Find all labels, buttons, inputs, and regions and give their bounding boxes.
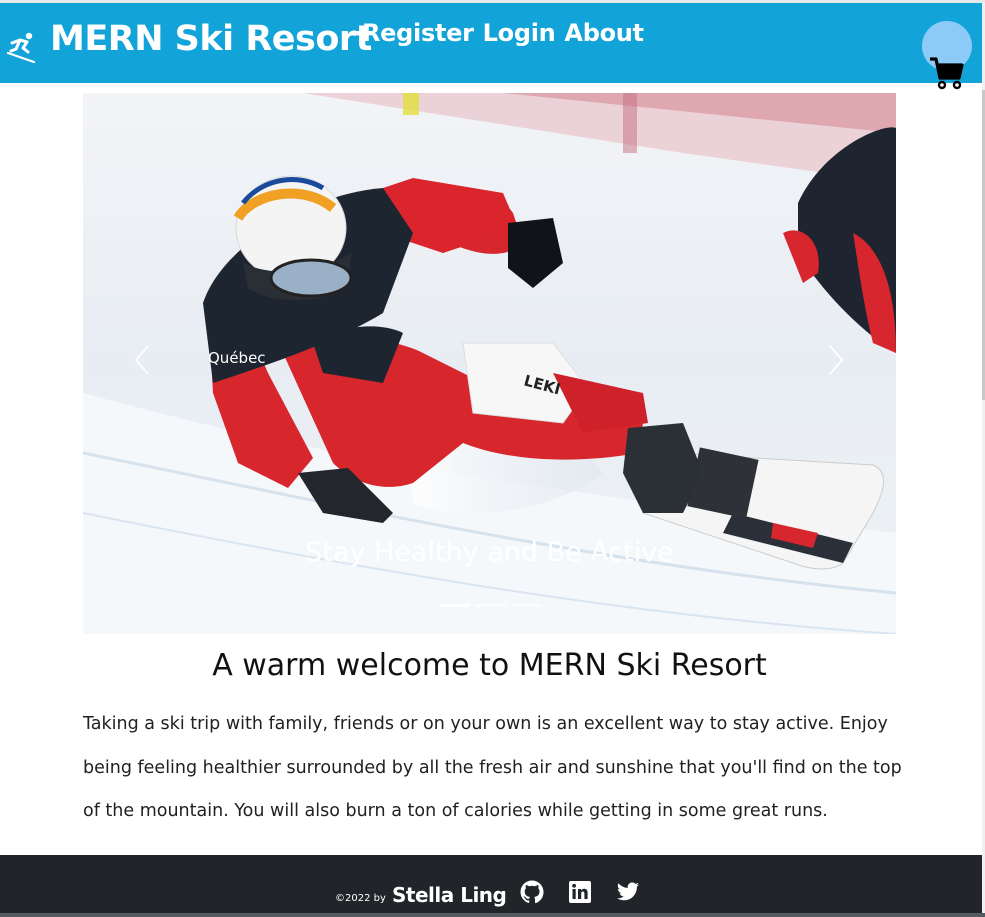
chevron-right-icon[interactable] [820,340,850,380]
carousel-indicator-2[interactable] [476,604,506,607]
linkedin-icon[interactable] [568,880,592,904]
footer-author[interactable]: Stella Ling [392,883,507,907]
nav-links: Register Login About [362,19,644,47]
github-icon[interactable] [520,880,544,904]
carousel-indicator-1[interactable] [440,604,470,607]
brand-title[interactable]: MERN Ski Resort [50,19,372,59]
nav-login-link[interactable]: Login [483,19,556,47]
svg-text:Québec: Québec [208,349,266,367]
carousel-indicators [440,604,542,607]
nav-register-link[interactable]: Register [362,19,474,47]
navbar: MERN Ski Resort Register Login About [0,3,982,83]
carousel-indicator-3[interactable] [512,604,542,607]
nav-about-link[interactable]: About [564,19,644,47]
skier-icon [6,32,36,63]
welcome-heading: A warm welcome to MERN Ski Resort [212,648,767,683]
cart-icon[interactable] [930,56,964,90]
carousel-caption: Stay Healthy and Be Active [305,537,674,568]
footer-copyright: ©2022 by [335,893,386,904]
chevron-left-icon[interactable] [128,340,158,380]
twitter-icon[interactable] [616,880,640,904]
page: MERN Ski Resort Register Login About LEK… [0,0,985,917]
intro-paragraph: Taking a ski trip with family, friends o… [83,714,902,821]
footer-bottom-strip [0,913,985,917]
